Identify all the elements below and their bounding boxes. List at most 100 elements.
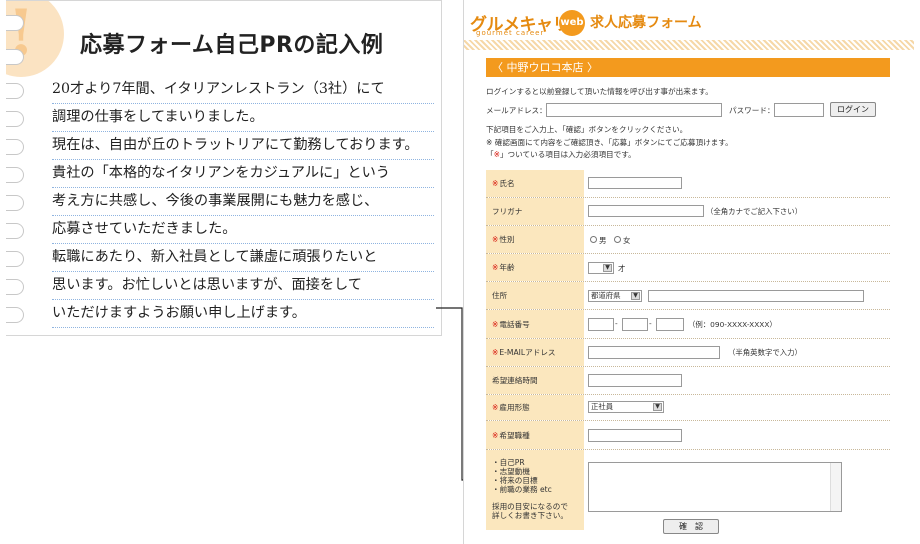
- field-label-address: 住所: [486, 282, 584, 309]
- name-input[interactable]: [588, 177, 682, 189]
- notebook-rings: [6, 1, 28, 335]
- required-note-text: 」ついている項目は入力必須項目です。: [499, 150, 636, 159]
- login-password-input[interactable]: [774, 103, 824, 117]
- field-cell: 男 女: [584, 226, 890, 253]
- field-row-phone: ※ 電話番号 - - （例：090-XXXX-XXXX）: [486, 310, 890, 339]
- ring-icon: [6, 223, 24, 239]
- field-row-job: ※ 希望職種: [486, 421, 890, 450]
- field-label-email: ※ E-MAILアドレス: [486, 339, 584, 366]
- login-row: メールアドレス： パスワード： ログイン: [486, 102, 906, 118]
- field-cell: [584, 450, 890, 530]
- required-mark: ※: [492, 263, 499, 272]
- contact-time-input[interactable]: [588, 374, 682, 387]
- age-select[interactable]: ▼: [588, 262, 614, 274]
- field-label-text: 雇用形態: [499, 403, 530, 412]
- chevron-down-icon: ▼: [631, 292, 640, 300]
- ring-icon: [6, 195, 24, 211]
- ring-icon: [6, 83, 24, 99]
- field-cell: 都道府県 ▼: [584, 282, 890, 309]
- memo-line: 貴社の「本格的なイタリアンをカジュアルに」という: [52, 160, 434, 188]
- phone-hint: （例：090-XXXX-XXXX）: [688, 320, 777, 329]
- phone-input-3[interactable]: [656, 318, 684, 331]
- memo-line: いただけますようお願い申し上げます。: [52, 300, 434, 328]
- prefecture-select[interactable]: 都道府県 ▼: [588, 290, 642, 302]
- required-mark: ※: [492, 403, 499, 412]
- required-mark: ※: [492, 235, 499, 244]
- web-badge-icon: web: [559, 10, 585, 36]
- ring-icon: [6, 139, 24, 155]
- ring-icon: [6, 49, 24, 65]
- email-input[interactable]: [588, 346, 720, 359]
- pr-item: ・自己PR: [492, 458, 525, 467]
- textarea-scrollbar[interactable]: [830, 463, 841, 511]
- phone-input-2[interactable]: [622, 318, 648, 331]
- header-stripe: [464, 40, 914, 50]
- required-mark: ※: [492, 348, 499, 357]
- application-form-window: グルメキャリー gourmet career web 求人応募フォーム 〈 中野…: [463, 0, 914, 544]
- field-label-text: E-MAILアドレス: [499, 348, 556, 357]
- required-mark: ※: [492, 319, 499, 329]
- furigana-input[interactable]: [588, 205, 704, 217]
- field-label-text: 年齢: [499, 263, 515, 272]
- memo-line: 考え方に共感し、今後の事業展開にも魅力を感じ、: [52, 188, 434, 216]
- gender-male-radio[interactable]: [590, 236, 597, 243]
- field-cell: ▼ 才: [584, 254, 890, 281]
- memo-line: 調理の仕事をしてまいりました。: [52, 104, 434, 132]
- ring-icon: [6, 111, 24, 127]
- confirm-button[interactable]: 確 認: [663, 519, 719, 534]
- memo-line: 思います。お忙しいとは思いますが、面接をして: [52, 272, 434, 300]
- site-logo-sub: gourmet career: [476, 29, 545, 37]
- memo-body: 20才より7年間、イタリアンレストラン（3社）にて 調理の仕事をしてまいりました…: [52, 76, 434, 328]
- field-row-furigana: フリガナ （全角カナでご記入下さい）: [486, 198, 890, 226]
- age-unit: 才: [618, 264, 626, 273]
- address-input[interactable]: [648, 290, 864, 302]
- page-title: 求人応募フォーム: [590, 15, 702, 31]
- field-cell: （全角カナでご記入下さい）: [584, 198, 890, 225]
- form-instructions: 下記項目をご入力上、「確認」ボタンをクリックください。 ※ 確認画面にて内容をご…: [486, 124, 733, 162]
- chevron-down-icon: ▼: [653, 403, 662, 411]
- field-row-gender: ※ 性別 男 女: [486, 226, 890, 254]
- instruction-line: ※ 確認画面にて内容をご確認頂き、「応募」ボタンにてご応募頂けます。: [486, 137, 733, 147]
- prefecture-select-value: 都道府県: [591, 291, 621, 300]
- pr-note: 採用の目安になるので: [492, 502, 568, 511]
- phone-input-1[interactable]: [588, 318, 614, 331]
- gender-female-radio[interactable]: [614, 236, 621, 243]
- login-email-input[interactable]: [546, 103, 722, 117]
- job-input[interactable]: [588, 429, 682, 442]
- ring-icon: [6, 251, 24, 267]
- field-label-age: ※ 年齢: [486, 254, 584, 281]
- field-label-furigana: フリガナ: [486, 198, 584, 225]
- employment-select[interactable]: 正社員 ▼: [588, 401, 664, 413]
- self-pr-textarea[interactable]: [588, 462, 842, 512]
- required-note-prefix: 「: [486, 150, 494, 159]
- phone-separator: -: [649, 319, 652, 328]
- required-mark: ※: [492, 430, 499, 440]
- site-header: グルメキャリー gourmet career web 求人応募フォーム: [464, 0, 914, 44]
- field-label-employment: ※ 雇用形態: [486, 395, 584, 420]
- ring-icon: [6, 167, 24, 183]
- field-label-text: 希望職種: [499, 430, 530, 440]
- field-cell: [584, 170, 890, 197]
- pr-note: 詳しくお書き下さい。: [492, 511, 568, 520]
- ring-icon: [6, 307, 24, 323]
- email-label: メールアドレス：: [486, 106, 547, 115]
- pr-item: ・前職の業務 etc: [492, 485, 552, 494]
- field-label-job: ※ 希望職種: [486, 421, 584, 449]
- field-row-name: ※ 氏名: [486, 170, 890, 198]
- field-label-text: フリガナ: [492, 207, 523, 216]
- field-label-self-pr: ・自己PR ・志望動機 ・将来の目標 ・前職の業務 etc 採用の目安になるので…: [486, 450, 584, 530]
- password-label: パスワード：: [729, 106, 775, 115]
- field-label-text: 氏名: [499, 179, 515, 188]
- login-intro-text: ログインすると以前登録して頂いた情報を呼び出す事が出来ます。: [486, 87, 713, 96]
- field-row-self-pr: ・自己PR ・志望動機 ・将来の目標 ・前職の業務 etc 採用の目安になるので…: [486, 450, 890, 530]
- memo-title: 応募フォーム自己PRの記入例: [80, 33, 384, 58]
- login-button[interactable]: ログイン: [830, 102, 876, 117]
- field-label-text: 希望連絡時間: [492, 376, 538, 385]
- required-note: 「※」ついている項目は入力必須項目です。: [486, 149, 733, 162]
- memo-line: 現在は、自由が丘のトラットリアにて勤務しております。: [52, 132, 434, 160]
- field-label-name: ※ 氏名: [486, 170, 584, 197]
- employment-select-value: 正社員: [591, 402, 614, 411]
- field-cell: （半角英数字で入力）: [584, 339, 890, 366]
- field-row-email: ※ E-MAILアドレス （半角英数字で入力）: [486, 339, 890, 367]
- shop-name-bar: 〈 中野ウロコ本店 〉: [486, 58, 890, 77]
